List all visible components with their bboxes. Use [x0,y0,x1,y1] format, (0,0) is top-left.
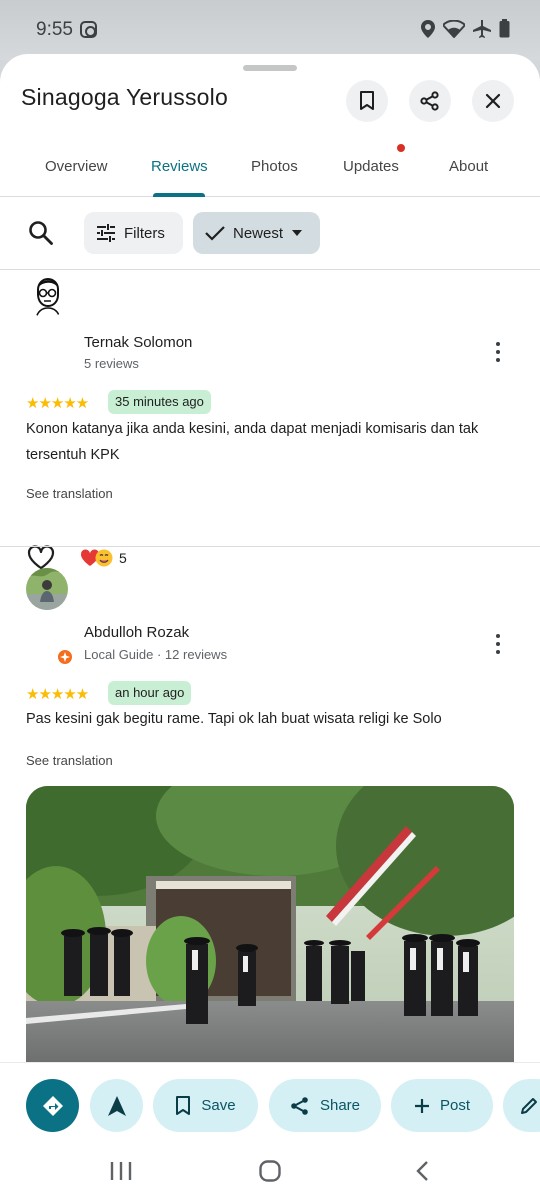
bookmark-icon [360,91,374,110]
place-sheet: Sinagoga Yerussolo Overview Reviews Phot… [0,54,540,1200]
bookmark-button[interactable] [346,80,388,122]
sort-label: Newest [233,224,284,242]
recent-apps-icon[interactable] [110,1161,132,1181]
tab-overview[interactable]: Overview [45,158,108,175]
tab-updates[interactable]: Updates [343,144,405,176]
updates-notification-dot [396,144,405,152]
home-icon[interactable] [259,1160,281,1182]
see-translation-link[interactable]: See translation [26,486,113,501]
review-time-badge: 35 minutes ago [108,390,211,414]
filters-button[interactable]: Filters [84,212,183,254]
sketch-portrait-avatar [35,277,61,318]
location-icon [421,19,435,38]
airplane-mode-icon [473,19,491,38]
reviewer-avatar[interactable] [26,568,68,610]
battery-icon [499,19,510,38]
review-stars: ★★★★★ [26,686,89,703]
close-icon [485,93,501,109]
wifi-icon [443,19,465,38]
status-bar: 9:55 [0,0,540,60]
reviewer-avatar[interactable] [26,276,68,318]
post-button[interactable]: Post [391,1079,493,1132]
photo-avatar [26,568,68,610]
tune-icon [97,224,115,242]
review-more-options[interactable] [494,342,502,362]
review-stars: ★★★★★ [26,395,89,412]
review-photo[interactable] [26,786,514,1091]
reviewer-meta: Local Guide · 12 reviews [84,647,228,662]
reviewer-name[interactable]: Abdulloh Rozak [84,624,189,641]
sheet-drag-handle[interactable] [243,65,297,71]
street-scene-photo [26,786,514,1091]
pencil-icon [521,1097,537,1114]
place-title: Sinagoga Yerussolo [21,84,228,110]
sort-newest-dropdown[interactable]: Newest [193,212,320,254]
tab-bar: Overview Reviews Photos Updates About [0,144,540,197]
reviews-toolbar: Filters Newest [0,198,540,270]
tab-updates-label: Updates [343,158,399,175]
reviewer-meta: 5 reviews [84,356,139,371]
review-more-options[interactable] [494,634,502,654]
tab-about[interactable]: About [449,158,488,175]
instagram-notification-icon [80,21,97,38]
bookmark-icon [176,1095,191,1115]
tab-reviews[interactable]: Reviews [151,158,208,175]
share-label: Share [319,1097,361,1114]
write-review-button[interactable] [503,1079,540,1132]
start-navigation-button[interactable] [90,1079,143,1132]
close-button[interactable] [472,80,514,122]
status-time: 9:55 [36,19,73,40]
share-icon [291,1096,308,1115]
share-icon [420,91,439,111]
status-icons [421,19,510,38]
like-heart-icon[interactable] [27,545,55,570]
review-text: Konon katanya jika anda kesini, anda dap… [26,421,479,463]
reaction-count: 5 [119,550,127,566]
search-icon[interactable] [28,220,54,246]
review-text: Pas kesini gak begitu rame. Tapi ok lah … [26,711,442,727]
save-button[interactable]: Save [153,1079,258,1132]
check-icon [205,226,225,241]
see-translation-link[interactable]: See translation [26,753,113,768]
back-icon[interactable] [415,1160,429,1182]
review-time-badge: an hour ago [108,681,192,705]
share-button[interactable]: Share [269,1079,381,1132]
dropdown-arrow-icon [292,230,303,236]
navigation-arrow-icon [107,1095,126,1116]
directions-icon [42,1095,63,1116]
share-place-button[interactable] [409,80,451,122]
tab-photos[interactable]: Photos [251,158,298,175]
active-tab-indicator [153,193,205,197]
system-navigation-bar [0,1148,540,1200]
save-label: Save [201,1097,236,1114]
review-divider [0,546,540,547]
plus-icon [414,1098,429,1113]
post-label: Post [439,1097,470,1114]
filters-label: Filters [124,224,165,242]
local-guide-badge-icon [56,648,74,666]
place-action-bar: Save Share Post [0,1062,540,1148]
reaction-summary[interactable]: 5 [80,549,127,567]
reviewer-name[interactable]: Ternak Solomon [84,334,192,351]
directions-button[interactable] [26,1079,79,1132]
smiling-face-emoji-icon [95,549,113,567]
